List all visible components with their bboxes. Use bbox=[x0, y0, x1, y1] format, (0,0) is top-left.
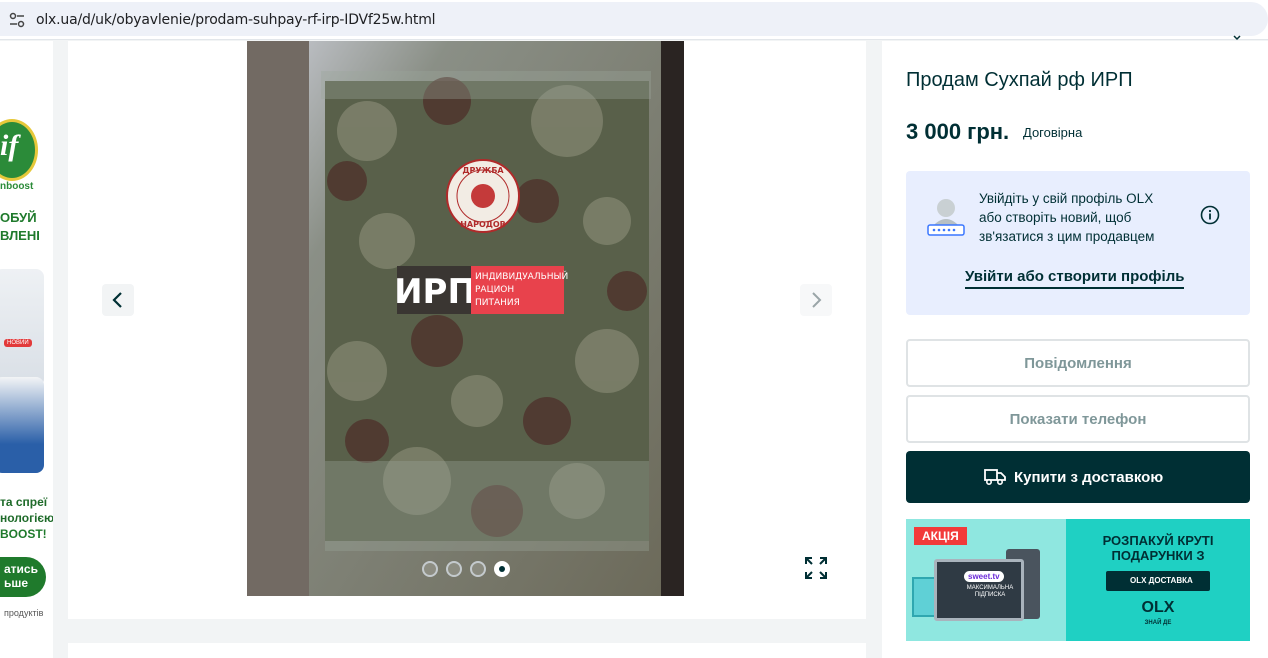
truck-icon bbox=[984, 469, 1006, 486]
promo-headline-line-2: ПОДАРУНКИ З bbox=[1111, 548, 1205, 563]
spray-bottle-image bbox=[0, 269, 44, 387]
listing-title: Продам Сухпай рф ИРП bbox=[906, 69, 1133, 91]
show-phone-button[interactable]: Показати телефон bbox=[906, 395, 1250, 443]
brand-logo-text: if bbox=[0, 129, 19, 162]
url-field[interactable]: olx.ua/d/uk/obyavlenie/prodam-suhpay-rf-… bbox=[0, 2, 1268, 36]
promo-headline: РОЗПАКУЙ КРУТІ ПОДАРУНКИ З bbox=[1066, 533, 1250, 563]
next-image-button[interactable] bbox=[800, 284, 832, 316]
product-line-3: ПИТАНИЯ bbox=[475, 298, 520, 308]
login-link[interactable]: Увійти або створити профіль bbox=[965, 268, 1185, 289]
listing-photo[interactable]: ДРУЖБА НАРОДОВ ИРП ИНДИВИДУАЛЬНЫЙ РАЦИОН… bbox=[247, 41, 684, 596]
ad-line-1: ОБУЙ bbox=[0, 210, 37, 225]
chevron-down-icon bbox=[1233, 35, 1241, 41]
listing-sidebar: Продам Сухпай рф ИРП 3 000 грн. Договірн… bbox=[882, 35, 1268, 658]
promo-headline-line-1: РОЗПАКУЙ КРУТІ bbox=[1102, 533, 1214, 548]
message-button[interactable]: Повідомлення bbox=[906, 339, 1250, 387]
expand-icon bbox=[805, 557, 827, 579]
login-prompt: Увійдіть у свій профіль OLX або створіть… bbox=[906, 171, 1250, 315]
chevron-left-icon bbox=[112, 292, 122, 308]
olx-delivery-label: OLX ДОСТАВКА bbox=[1130, 576, 1193, 585]
previous-image-button[interactable] bbox=[102, 284, 134, 316]
ad-tag-1: та спреї bbox=[0, 495, 48, 509]
product-line-1: ИНДИВИДУАЛЬНЫЙ bbox=[475, 270, 568, 282]
brand-sub: nboost bbox=[0, 181, 34, 192]
brand-bottom-text: НАРОДОВ bbox=[460, 220, 506, 229]
promo-screen-sub: МАКСИМАЛЬНА ПІДПИСКА bbox=[966, 585, 1014, 598]
cleaner-bottle-image bbox=[0, 377, 44, 473]
promo-slogan: ЗНАЙ ДЕ bbox=[1144, 620, 1172, 626]
promo-image: sweet.tv МАКСИМАЛЬНА ПІДПИСКА АКЦІЯ bbox=[906, 519, 1066, 641]
left-advertisement[interactable]: if nboost ОБУЙ ВЛЕНІ НОВИЙ та спреї ноло… bbox=[0, 41, 53, 658]
login-message: Увійдіть у свій профіль OLX або створіть… bbox=[979, 191, 1155, 244]
promo-text-block: РОЗПАКУЙ КРУТІ ПОДАРУНКИ З OLX ДОСТАВКА … bbox=[1066, 519, 1250, 641]
ad-cta-line-2: ьше bbox=[4, 576, 29, 590]
promo-screen-brand: sweet.tv bbox=[964, 571, 1004, 582]
image-dot[interactable] bbox=[422, 561, 438, 577]
ad-tag-3: BOOST! bbox=[0, 527, 47, 541]
browser-address-bar: olx.ua/d/uk/obyavlenie/prodam-suhpay-rf-… bbox=[0, 0, 1268, 40]
user-password-icon bbox=[927, 199, 965, 236]
product-code-text: ИРП bbox=[394, 272, 476, 312]
ad-footer: продуктів bbox=[4, 608, 44, 618]
image-dot[interactable] bbox=[446, 561, 462, 577]
url-text: olx.ua/d/uk/obyavlenie/prodam-suhpay-rf-… bbox=[36, 12, 436, 28]
new-badge: НОВИЙ bbox=[4, 339, 32, 347]
buy-button-label: Купити з доставкою bbox=[1014, 469, 1164, 486]
image-pagination bbox=[422, 561, 510, 577]
ad-cta-line-1: атись bbox=[4, 562, 38, 576]
buy-with-delivery-button[interactable]: Купити з доставкою bbox=[906, 451, 1250, 503]
ad-tag-2: нологією bbox=[0, 511, 53, 525]
chevron-right-icon bbox=[812, 292, 822, 308]
listing-price: 3 000 грн. bbox=[906, 119, 1010, 144]
ad-line-2: ВЛЕНІ bbox=[0, 228, 40, 243]
image-dot-active[interactable] bbox=[494, 561, 510, 577]
promo-banner[interactable]: sweet.tv МАКСИМАЛЬНА ПІДПИСКА АКЦІЯ РОЗП… bbox=[906, 519, 1250, 641]
ad-cta-button[interactable]: атись ьше bbox=[0, 557, 46, 597]
fullscreen-button[interactable] bbox=[800, 552, 832, 584]
tune-icon[interactable] bbox=[8, 11, 26, 29]
product-line-2: РАЦИОН bbox=[475, 285, 514, 295]
promo-badge: АКЦІЯ bbox=[914, 527, 967, 545]
olx-logo: OLX bbox=[1141, 599, 1175, 616]
brand-top-text: ДРУЖБА bbox=[462, 166, 504, 175]
description-card bbox=[68, 643, 866, 658]
info-icon[interactable] bbox=[1200, 205, 1220, 225]
negotiable-label: Договірна bbox=[1023, 125, 1083, 140]
image-gallery: ДРУЖБА НАРОДОВ ИРП ИНДИВИДУАЛЬНЫЙ РАЦИОН… bbox=[68, 41, 866, 619]
image-dot[interactable] bbox=[470, 561, 486, 577]
olx-delivery-badge: OLX ДОСТАВКА bbox=[1106, 571, 1210, 591]
